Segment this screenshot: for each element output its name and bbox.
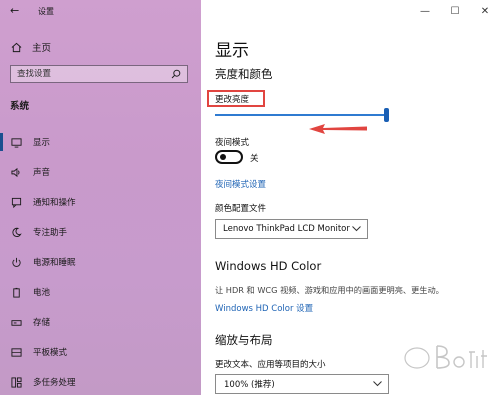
- sidebar-nav: 显示 声音 通知和操作 专注助手 电源和睡眠 电池 存储 平板模式 多任务处理: [0, 127, 201, 397]
- chevron-down-icon: [352, 226, 361, 232]
- title-bar: ← 设置 — ☐ ✕: [0, 0, 500, 22]
- power-icon: [9, 255, 23, 269]
- sidebar-item-focus-assist[interactable]: 专注助手: [0, 217, 201, 247]
- home-icon: [11, 42, 22, 52]
- color-profile-value: Lenovo ThinkPad LCD Monitor: [223, 224, 350, 234]
- scale-value: 100% (推荐): [224, 380, 275, 390]
- minimize-button[interactable]: —: [410, 0, 440, 22]
- color-profile-dropdown[interactable]: Lenovo ThinkPad LCD Monitor: [215, 219, 368, 239]
- page-title: 显示: [215, 41, 249, 61]
- scale-label: 更改文本、应用等项目的大小: [215, 360, 326, 370]
- watermark-logo: [404, 345, 487, 369]
- sidebar: 主页 系统 显示 声音 通知和操作: [0, 0, 201, 395]
- sidebar-item-label: 显示: [33, 138, 51, 148]
- night-light-settings-link[interactable]: 夜间模式设置: [215, 178, 266, 190]
- scale-heading: 缩放与布局: [215, 333, 273, 347]
- close-button[interactable]: ✕: [470, 0, 500, 22]
- color-profile-label: 颜色配置文件: [215, 204, 267, 214]
- sidebar-item-notifications[interactable]: 通知和操作: [0, 187, 201, 217]
- section-title: 系统: [10, 101, 30, 112]
- hdr-description: 让 HDR 和 WCG 视频、游戏和应用中的画面更明亮、更生动。: [215, 285, 444, 295]
- night-light-label: 夜间模式: [215, 138, 250, 148]
- moon-icon: [9, 225, 23, 239]
- scale-dropdown[interactable]: 100% (推荐): [215, 374, 389, 394]
- search-input[interactable]: [17, 69, 157, 79]
- brightness-label: 更改亮度: [215, 95, 250, 105]
- battery-icon: [9, 285, 23, 299]
- sidebar-item-label: 通知和操作: [33, 198, 76, 208]
- brightness-heading: 亮度和颜色: [215, 67, 273, 81]
- multitask-icon: [9, 375, 23, 389]
- storage-icon: [9, 315, 23, 329]
- sidebar-item-label: 平板模式: [33, 348, 68, 358]
- hdr-settings-link[interactable]: Windows HD Color 设置: [215, 302, 313, 314]
- back-arrow-icon[interactable]: ←: [10, 4, 19, 17]
- window-title: 设置: [38, 7, 54, 16]
- brightness-slider-thumb[interactable]: [384, 108, 389, 122]
- sidebar-item-label: 存储: [33, 318, 51, 328]
- sidebar-item-label: 电源和睡眠: [33, 258, 76, 268]
- main-content: 显示 亮度和颜色 更改亮度 夜间模式 关 夜间模式设置 颜色配置文件 Lenov…: [201, 0, 500, 395]
- brightness-slider-track[interactable]: [215, 114, 389, 116]
- tablet-icon: [9, 345, 23, 359]
- night-light-toggle[interactable]: [215, 150, 243, 164]
- hdr-heading: Windows HD Color: [215, 259, 322, 273]
- sidebar-item-sound[interactable]: 声音: [0, 157, 201, 187]
- sidebar-item-label: 主页: [32, 43, 52, 54]
- sidebar-item-label: 多任务处理: [33, 378, 76, 388]
- notification-icon: [9, 195, 23, 209]
- monitor-icon: [9, 135, 23, 149]
- sidebar-item-display[interactable]: 显示: [0, 127, 201, 157]
- search-field[interactable]: [10, 65, 188, 83]
- sidebar-item-label: 电池: [33, 288, 51, 298]
- sidebar-item-battery[interactable]: 电池: [0, 277, 201, 307]
- sidebar-item-label: 专注助手: [33, 228, 68, 238]
- speaker-icon: [9, 165, 23, 179]
- sidebar-item-home[interactable]: 主页: [11, 40, 51, 54]
- chevron-down-icon: [373, 381, 382, 387]
- sidebar-item-multitasking[interactable]: 多任务处理: [0, 367, 201, 397]
- window-controls: — ☐ ✕: [410, 0, 500, 22]
- sidebar-item-label: 声音: [33, 168, 51, 178]
- sidebar-item-tablet-mode[interactable]: 平板模式: [0, 337, 201, 367]
- sidebar-item-storage[interactable]: 存储: [0, 307, 201, 337]
- annotation-arrow-icon: [309, 124, 367, 134]
- night-light-state: 关: [250, 154, 259, 164]
- maximize-button[interactable]: ☐: [440, 0, 470, 22]
- search-icon[interactable]: [171, 69, 181, 79]
- sidebar-item-power-sleep[interactable]: 电源和睡眠: [0, 247, 201, 277]
